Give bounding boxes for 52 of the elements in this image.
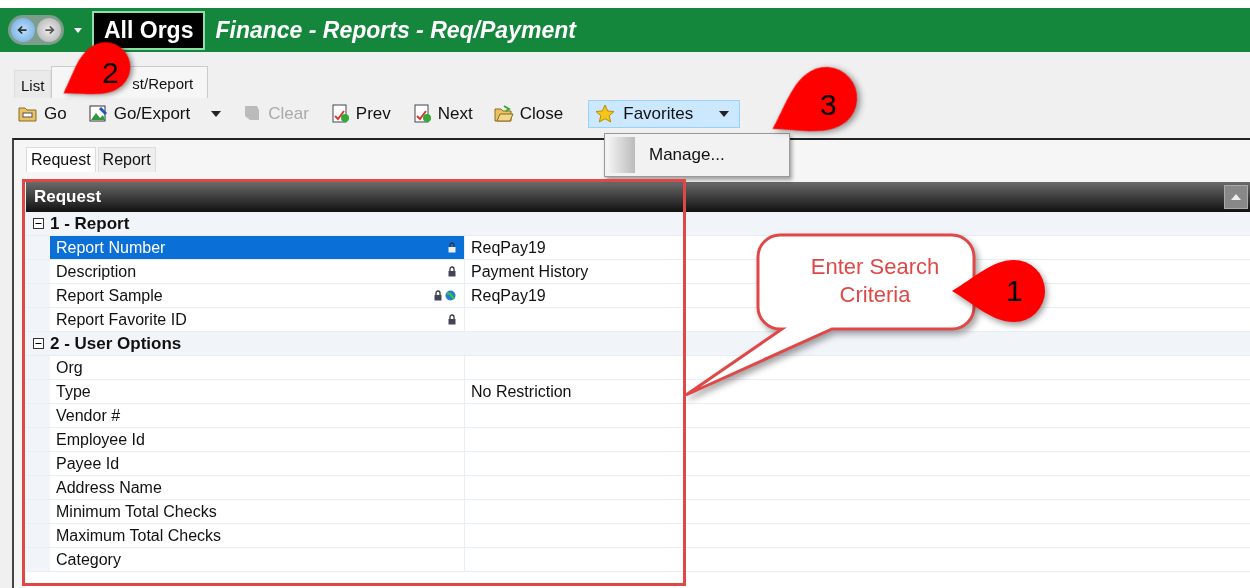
step-number: 1: [1006, 274, 1023, 308]
property-label[interactable]: Report Number: [50, 236, 465, 259]
property-label[interactable]: Minimum Total Checks: [50, 500, 465, 523]
open-folder-icon: [493, 105, 514, 123]
collapse-toggle-icon[interactable]: [32, 338, 44, 349]
go-button[interactable]: Go: [14, 102, 71, 126]
tab[interactable]: List: [14, 70, 52, 98]
star-icon: [595, 104, 616, 124]
caret-icon[interactable]: [211, 111, 222, 117]
close-button[interactable]: Close: [489, 102, 568, 126]
property-label[interactable]: Maximum Total Checks: [50, 524, 465, 547]
property-label[interactable]: Org: [50, 356, 465, 379]
back-button[interactable]: [11, 18, 35, 42]
document-check-icon: [411, 104, 432, 124]
scroll-up-button[interactable]: [1224, 185, 1248, 209]
section-row[interactable]: 1 - Report: [26, 212, 1250, 236]
property-label[interactable]: Type: [50, 380, 465, 403]
favorites-button[interactable]: Favorites: [588, 100, 741, 128]
up-arrow-icon: [1231, 194, 1241, 200]
step-number: 3: [820, 88, 837, 122]
caret-icon: [719, 111, 730, 117]
prev-button[interactable]: Prev: [325, 102, 395, 126]
property-label[interactable]: Payee Id: [50, 452, 465, 475]
property-label[interactable]: Vendor #: [50, 404, 465, 427]
callout-text: Enter Search Criteria: [809, 253, 941, 309]
property-label[interactable]: Report Sample: [50, 284, 465, 307]
org-selector[interactable]: All Orgs: [92, 10, 206, 50]
section-title: 2 - User Options: [50, 333, 182, 354]
forward-button[interactable]: [37, 18, 61, 42]
section-row[interactable]: 2 - User Options: [26, 332, 1250, 356]
folder-icon: [18, 105, 38, 123]
collapse-toggle-icon[interactable]: [32, 218, 44, 229]
next-button[interactable]: Next: [407, 102, 477, 126]
property-label[interactable]: Report Favorite ID: [50, 308, 465, 331]
image-icon: [87, 104, 108, 124]
arrow-left-icon: [16, 23, 30, 37]
property-value[interactable]: No Restriction: [471, 382, 572, 401]
property-value[interactable]: ReqPay19: [471, 286, 546, 305]
property-label[interactable]: Address Name: [50, 476, 465, 499]
property-label[interactable]: Description: [50, 260, 465, 283]
menu-item[interactable]: Manage...: [605, 134, 789, 176]
property-value[interactable]: Payment History: [471, 262, 589, 281]
section-title: 1 - Report: [50, 213, 130, 234]
document-check-icon: [329, 104, 350, 124]
property-label[interactable]: Category: [50, 548, 465, 571]
property-label[interactable]: Employee Id: [50, 428, 465, 451]
grid-title: Request: [34, 187, 102, 207]
tab[interactable]: Request: [26, 147, 96, 172]
export-button[interactable]: Go/Export: [83, 102, 195, 126]
tab[interactable]: Report: [97, 147, 156, 172]
property-value[interactable]: ReqPay19: [471, 238, 546, 257]
window-title: Finance - Reports - Req/Payment: [215, 16, 576, 44]
